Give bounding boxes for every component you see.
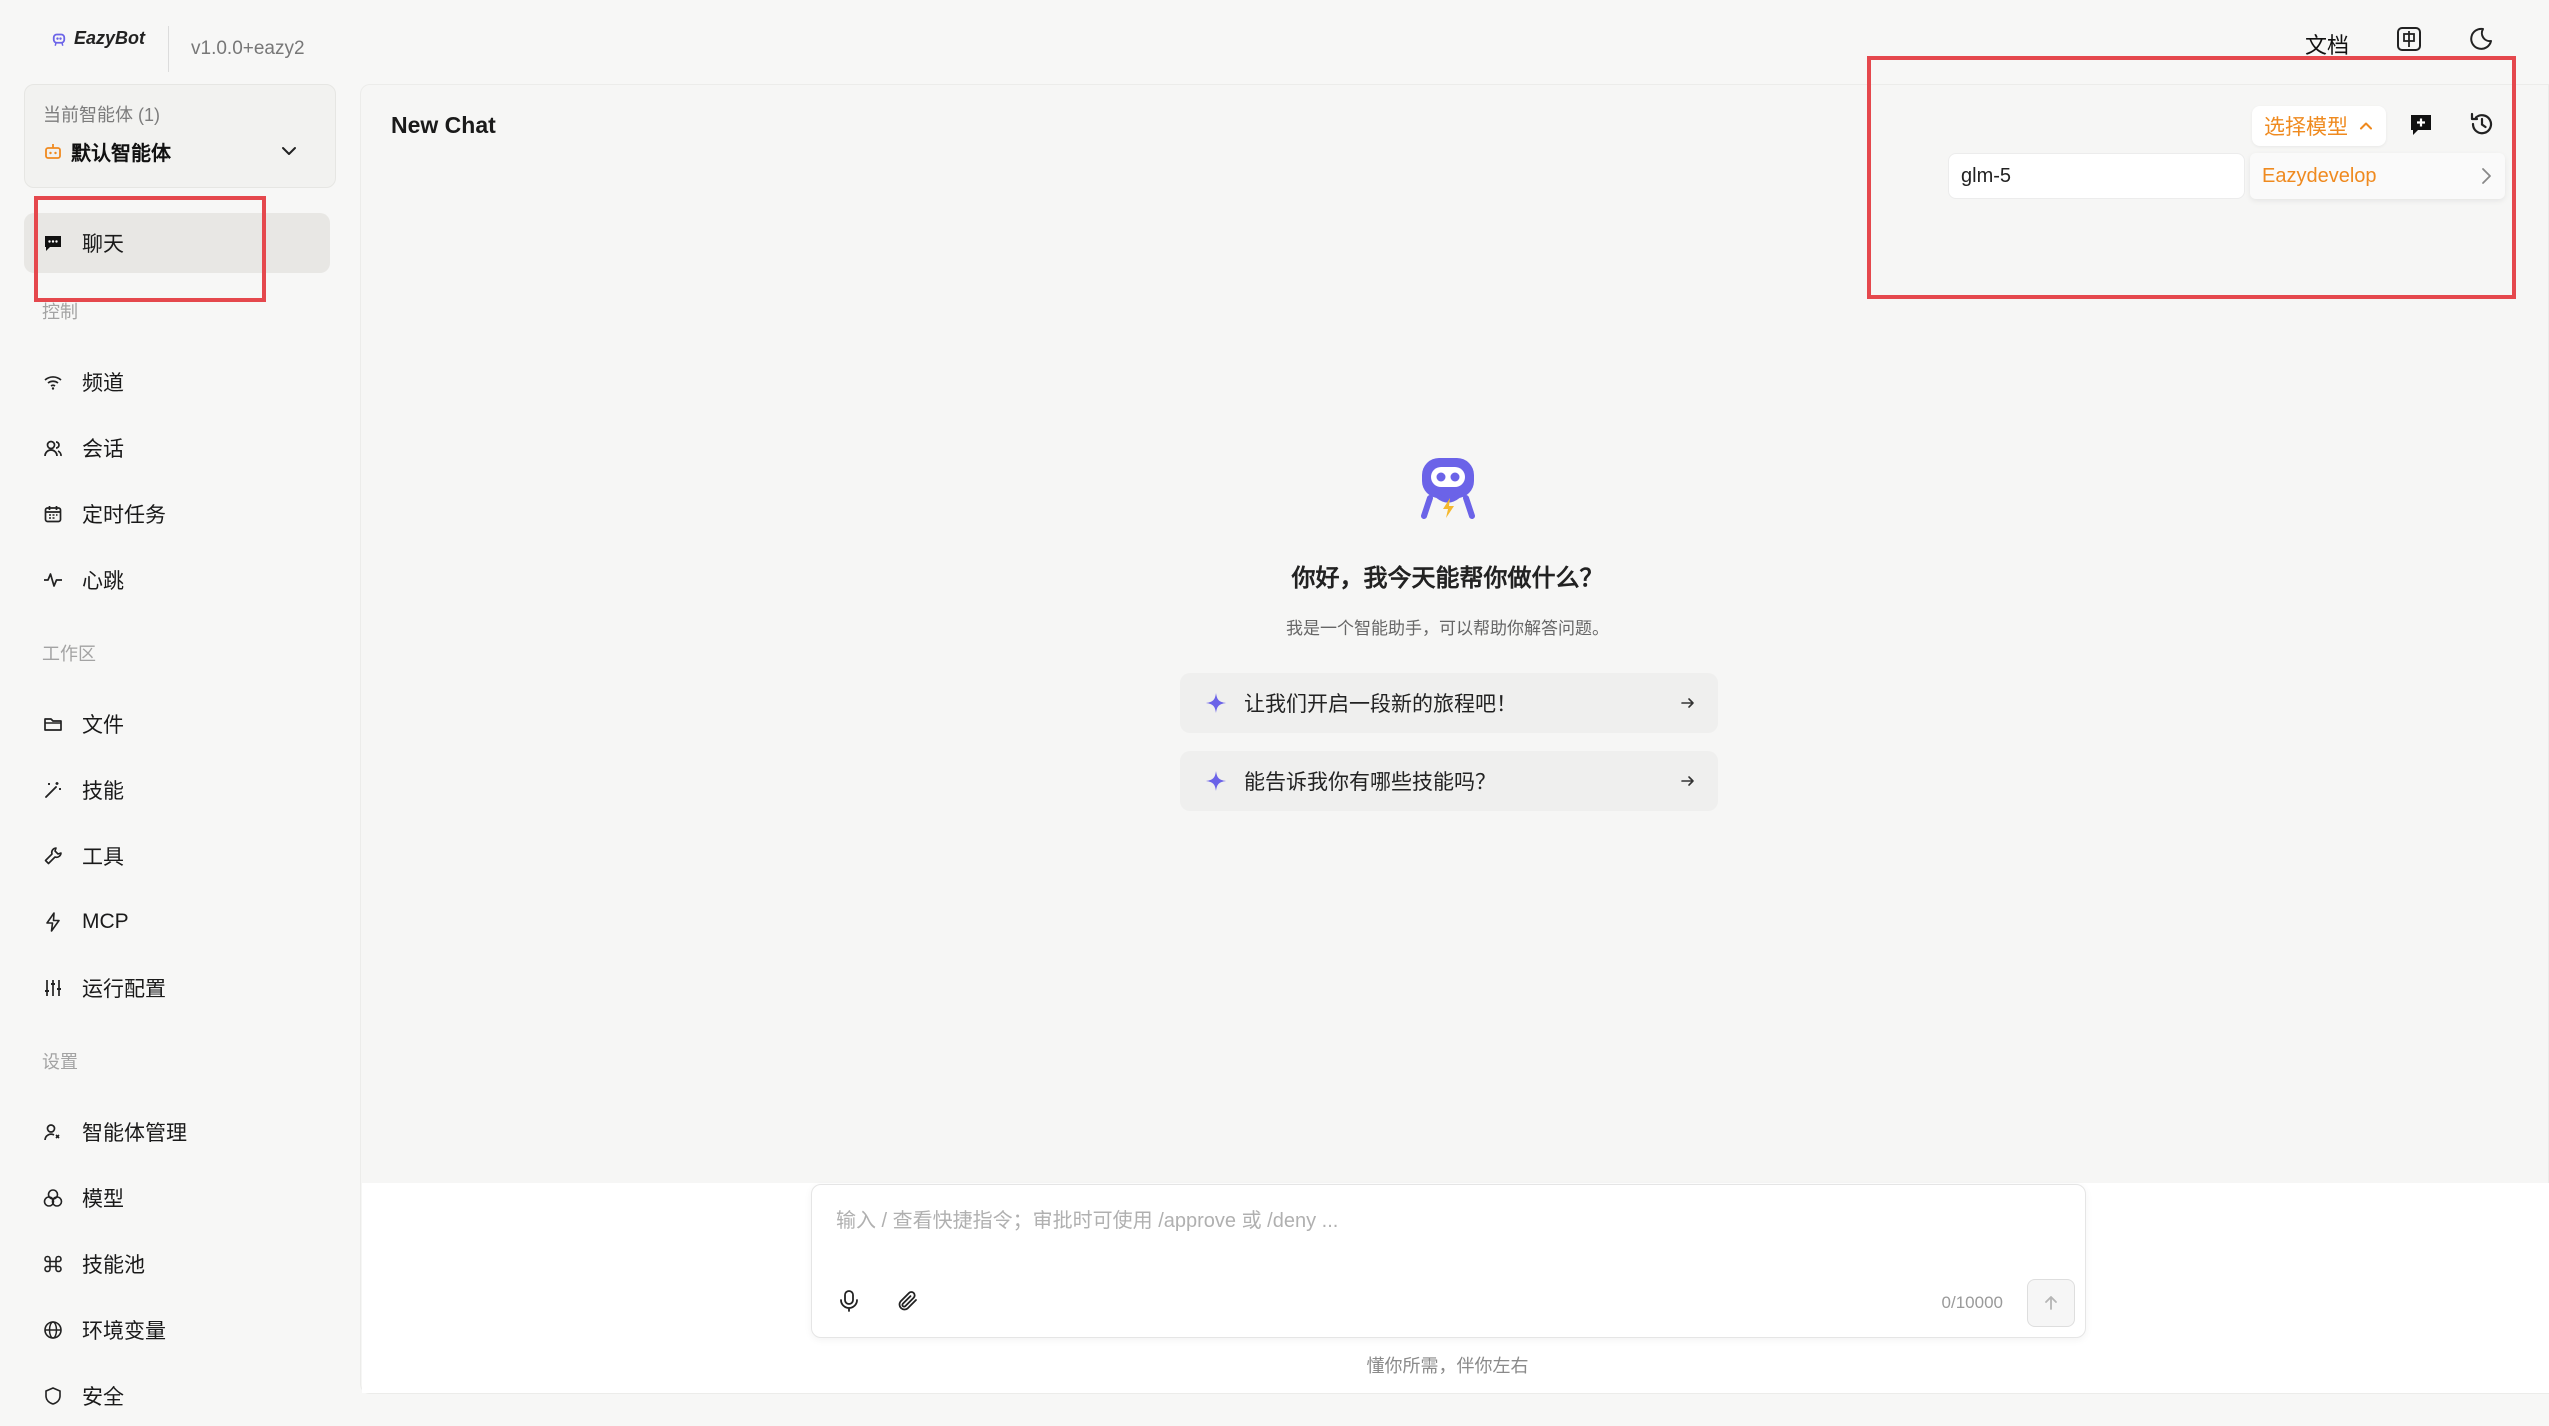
welcome-subtitle: 我是一个智能助手，可以帮助你解答问题。 bbox=[1286, 619, 1609, 638]
model-icon bbox=[42, 1187, 64, 1209]
language-icon bbox=[2396, 26, 2422, 52]
command-icon bbox=[42, 1253, 64, 1275]
annotation-box-model bbox=[1867, 56, 2516, 299]
theme-toggle-button[interactable] bbox=[2468, 26, 2494, 52]
attach-file-button[interactable] bbox=[896, 1289, 920, 1313]
users-icon bbox=[42, 437, 64, 459]
sidebar-item-label: 环境变量 bbox=[82, 1320, 166, 1343]
suggestion-text: 让我们开启一段新的旅程吧！ bbox=[1244, 693, 1517, 716]
sidebar-item-label: MCP bbox=[82, 910, 129, 933]
app-name: EazyBot bbox=[74, 28, 146, 48]
sidebar-item-label: 文件 bbox=[82, 714, 124, 737]
suggestion-text: 能告诉我你有哪些技能吗？ bbox=[1244, 771, 1496, 794]
sliders-icon bbox=[42, 977, 64, 999]
annotation-box-chat bbox=[34, 196, 266, 302]
sidebar-item-label: 定时任务 bbox=[82, 504, 166, 527]
sidebar-item-label: 智能体管理 bbox=[82, 1122, 187, 1145]
sidebar-item-label: 工具 bbox=[82, 846, 124, 869]
arrow-up-icon bbox=[2042, 1294, 2060, 1312]
voice-input-button[interactable] bbox=[838, 1289, 860, 1313]
robot-logo-icon bbox=[1412, 452, 1484, 524]
language-toggle-button[interactable] bbox=[2396, 26, 2422, 52]
message-input[interactable] bbox=[834, 1203, 2038, 1239]
arrow-right-icon bbox=[1680, 695, 1696, 711]
suggestion-card[interactable]: 让我们开启一段新的旅程吧！ bbox=[1180, 673, 1718, 733]
sidebar-item-tools[interactable]: 工具 bbox=[24, 826, 330, 886]
agent-selector[interactable]: 当前智能体 (1) 默认智能体 bbox=[24, 84, 336, 188]
sidebar-item-agent-management[interactable]: 智能体管理 bbox=[24, 1102, 330, 1162]
calendar-icon bbox=[42, 503, 64, 525]
sidebar-item-label: 频道 bbox=[82, 372, 124, 395]
footer-tagline: 懂你所需，伴你左右 bbox=[1366, 1356, 1529, 1376]
welcome-title: 你好，我今天能帮你做什么？ bbox=[1291, 565, 1604, 592]
folder-icon bbox=[42, 713, 64, 735]
moon-icon bbox=[2468, 26, 2494, 52]
sidebar-item-sessions[interactable]: 会话 bbox=[24, 418, 330, 478]
sidebar-item-label: 会话 bbox=[82, 438, 124, 461]
agent-name: 默认智能体 bbox=[71, 143, 171, 165]
section-settings: 设置 bbox=[42, 1052, 78, 1072]
globe-icon bbox=[42, 1319, 64, 1341]
chevron-down-icon bbox=[279, 141, 299, 161]
sidebar-item-channels[interactable]: 频道 bbox=[24, 352, 330, 412]
arrow-right-icon bbox=[1680, 773, 1696, 789]
sidebar-item-mcp[interactable]: MCP bbox=[24, 892, 330, 952]
sidebar-item-env-vars[interactable]: 环境变量 bbox=[24, 1300, 330, 1360]
sidebar-item-scheduled-tasks[interactable]: 定时任务 bbox=[24, 484, 330, 544]
app-version: v1.0.0+eazy2 bbox=[168, 26, 305, 72]
agent-selector-caption: 当前智能体 (1) bbox=[43, 105, 160, 125]
microphone-icon bbox=[838, 1289, 860, 1313]
section-workspace: 工作区 bbox=[42, 644, 96, 664]
sidebar-item-skills[interactable]: 技能 bbox=[24, 760, 330, 820]
sidebar-item-label: 运行配置 bbox=[82, 978, 166, 1001]
sparkle-icon bbox=[1206, 693, 1226, 713]
sidebar-item-models[interactable]: 模型 bbox=[24, 1168, 330, 1228]
sidebar-item-skill-pool[interactable]: 技能池 bbox=[24, 1234, 330, 1294]
lightning-icon bbox=[42, 911, 64, 933]
magic-wand-icon bbox=[42, 779, 64, 801]
chat-title: New Chat bbox=[391, 112, 496, 138]
sidebar-item-label: 安全 bbox=[82, 1386, 124, 1409]
sidebar-item-label: 技能池 bbox=[82, 1254, 145, 1277]
paperclip-icon bbox=[896, 1289, 920, 1313]
bot-icon bbox=[43, 142, 63, 162]
user-cog-icon bbox=[42, 1121, 64, 1143]
sidebar-item-runtime-config[interactable]: 运行配置 bbox=[24, 958, 330, 1018]
shield-icon bbox=[42, 1385, 64, 1407]
sparkle-icon bbox=[1206, 771, 1226, 791]
bot-logo-icon bbox=[50, 30, 68, 48]
sidebar-item-label: 技能 bbox=[82, 780, 124, 803]
wifi-icon bbox=[42, 371, 64, 393]
sidebar-item-label: 模型 bbox=[82, 1188, 124, 1211]
app-logo: EazyBot bbox=[50, 28, 145, 49]
send-button[interactable] bbox=[2027, 1279, 2075, 1327]
suggestion-card[interactable]: 能告诉我你有哪些技能吗？ bbox=[1180, 751, 1718, 811]
character-count: 0/10000 bbox=[1941, 1293, 2003, 1312]
sidebar-item-files[interactable]: 文件 bbox=[24, 694, 330, 754]
wrench-icon bbox=[42, 845, 64, 867]
message-composer: 0/10000 bbox=[811, 1184, 2086, 1338]
